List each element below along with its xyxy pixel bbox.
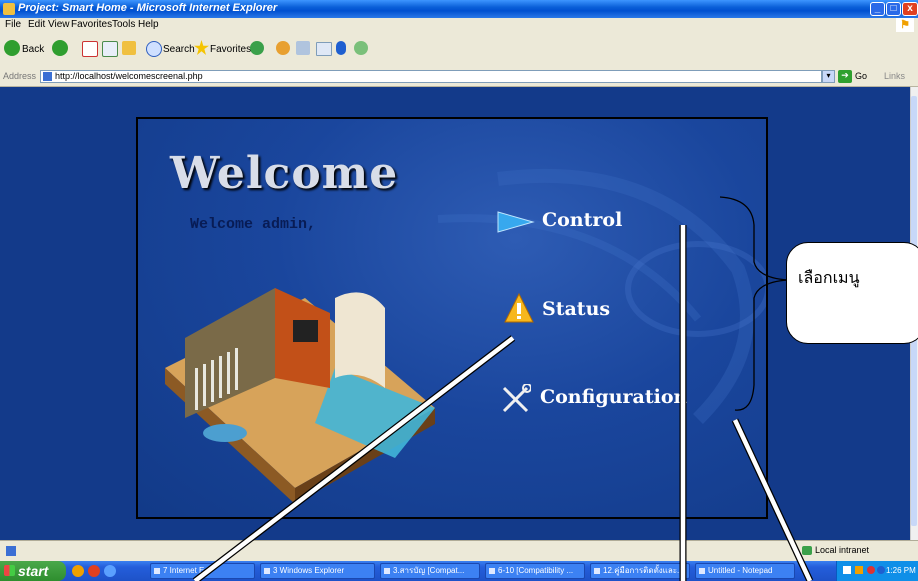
menu-bracket: [719, 196, 789, 411]
annotation-overlay: [192, 196, 814, 581]
annotation-callout: [786, 242, 918, 344]
annotation-text: เลือกเมนู: [798, 268, 860, 287]
